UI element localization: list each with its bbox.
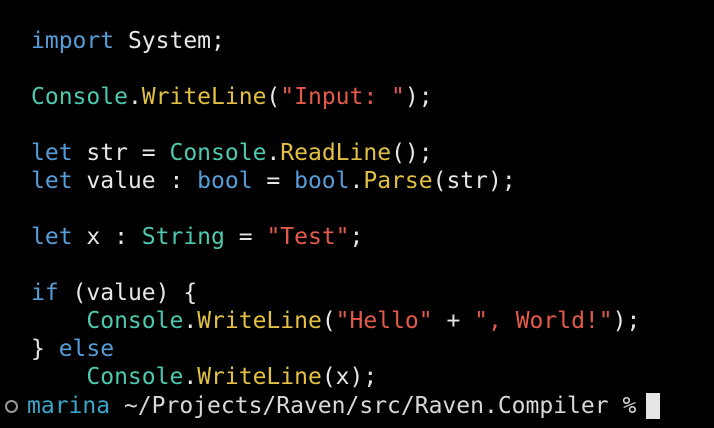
code-token: value : <box>72 168 198 194</box>
code-token: import <box>31 28 115 54</box>
code-token: let <box>31 140 73 166</box>
code-token: (value) { <box>58 280 198 306</box>
code-token: Console <box>31 84 128 110</box>
code-line: let x : String = "Test"; <box>31 223 640 251</box>
prompt-path: ~/Projects/Raven/src/Raven.Compiler % <box>110 393 637 419</box>
code-token: ); <box>404 84 433 110</box>
code-token: . <box>127 84 142 110</box>
code-token: String <box>141 224 225 250</box>
code-token: ( <box>321 308 336 334</box>
code-line: Console.WriteLine("Hello" + ", World!"); <box>31 307 640 335</box>
code-token: else <box>58 336 115 362</box>
code-token: = <box>252 168 295 194</box>
code-token: . <box>183 364 198 390</box>
code-token: bool <box>294 168 350 194</box>
code-line: Console.WriteLine(x); <box>31 363 640 391</box>
code-token: bool <box>197 168 253 194</box>
code-line: let value : bool = bool.Parse(str); <box>31 167 640 195</box>
code-token: } <box>31 336 59 362</box>
code-token: Parse <box>363 168 433 194</box>
code-token: ; <box>349 224 364 250</box>
code-token: Console <box>86 364 184 390</box>
code-token: ( <box>266 84 281 110</box>
code-token: (x); <box>321 364 378 390</box>
code-token: = <box>224 224 267 250</box>
code-token: (); <box>391 140 433 166</box>
code-token: (str); <box>432 168 516 194</box>
code-token: . <box>349 168 364 194</box>
code-token: let <box>31 224 73 250</box>
code-line: } else <box>31 335 640 363</box>
code-line: let str = Console.ReadLine(); <box>31 139 640 167</box>
code-editor[interactable]: import System; Console.WriteLine("Input:… <box>31 27 640 391</box>
code-token: "Test" <box>266 224 350 250</box>
prompt-username: marina <box>27 393 111 419</box>
code-token: if <box>31 280 59 306</box>
code-line: import System; <box>31 27 640 55</box>
code-token: ", World!" <box>474 308 613 334</box>
code-line: if (value) { <box>31 279 640 307</box>
code-token: x : <box>72 224 142 250</box>
status-circle-icon <box>5 399 18 413</box>
code-token: WriteLine <box>197 364 322 390</box>
code-line: Console.WriteLine("Input: "); <box>31 83 640 111</box>
terminal-prompt[interactable]: marina ~/Projects/Raven/src/Raven.Compil… <box>0 392 661 420</box>
code-token: "Input: " <box>280 84 405 110</box>
code-token: ); <box>612 308 641 334</box>
code-token: Console <box>86 308 184 334</box>
code-token: ReadLine <box>280 140 392 166</box>
code-token: "Hello" <box>335 308 433 334</box>
terminal-cursor[interactable] <box>646 393 661 419</box>
code-token: WriteLine <box>141 84 267 110</box>
code-token: WriteLine <box>197 308 322 334</box>
code-token: + <box>432 308 475 334</box>
code-token: . <box>183 308 198 334</box>
code-token: . <box>266 140 281 166</box>
code-token: Console <box>169 140 267 166</box>
code-token: System; <box>114 28 225 54</box>
code-token: let <box>31 168 73 194</box>
code-token: str = <box>72 140 170 166</box>
